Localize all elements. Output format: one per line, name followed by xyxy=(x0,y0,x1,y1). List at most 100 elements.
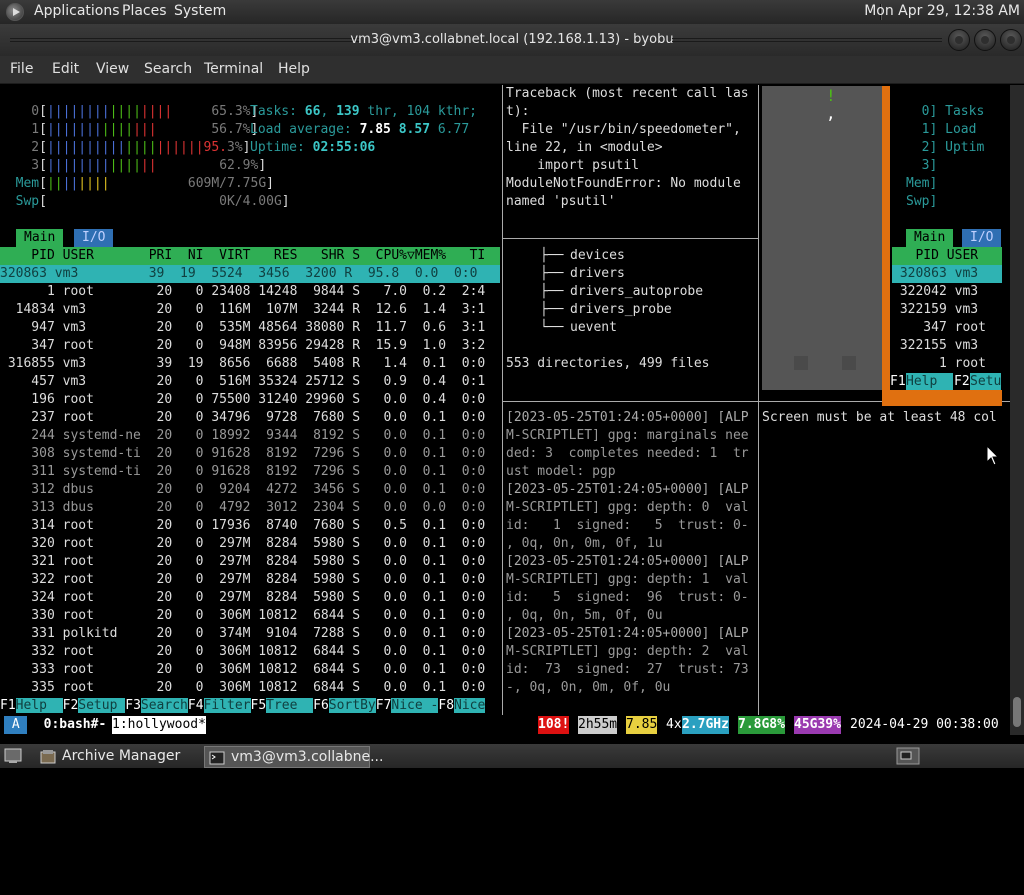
tree-summary: 553 directories, 499 files xyxy=(506,356,710,371)
close-button[interactable] xyxy=(1000,29,1022,51)
function-key-label[interactable]: Tree xyxy=(266,698,314,713)
htop-selected-row[interactable]: 320863 vm3 39 19 5524 3456 3200 R 95.8 0… xyxy=(0,265,500,283)
mini-process-row: 322155 vm3 xyxy=(892,338,979,353)
htop-process-row[interactable]: 947 vm3 20 0 535M 48564 38080 R 11.7 0.6… xyxy=(0,319,485,337)
function-key-label[interactable]: Setup xyxy=(78,698,126,713)
htop-process-row[interactable]: 321 root 20 0 297M 8284 5980 S 0.0 0.1 0… xyxy=(0,553,485,571)
workspace-switcher-icon[interactable] xyxy=(896,747,920,765)
htop-process-row[interactable]: 14834 vm3 20 0 116M 107M 3244 R 12.6 1.4… xyxy=(0,301,486,319)
htop-process-row[interactable]: 311 systemd-ti 20 0 91628 8192 7296 S 0.… xyxy=(0,463,485,481)
top-panel: Applications Places System Mon Apr 29, 1… xyxy=(0,0,1024,24)
status-session-indicator: A xyxy=(4,716,28,734)
tree-branch: ├── xyxy=(540,302,572,317)
htop-process-row[interactable]: 331 polkitd 20 0 374M 9104 7288 S 0.0 0.… xyxy=(0,625,485,643)
log-line: [2023-05-25T01:24:05+0000] [ALP xyxy=(506,410,749,425)
htop-process-row[interactable]: 347 root 20 0 948M 83956 29428 R 15.9 1.… xyxy=(0,337,485,355)
function-key: F3 xyxy=(125,698,141,713)
traceback-line: named 'psutil' xyxy=(506,194,616,209)
menu-file[interactable]: File xyxy=(10,61,33,77)
htop-process-row[interactable]: 457 vm3 20 0 516M 35324 25712 S 0.9 0.4 … xyxy=(0,373,485,391)
status-updates: 108! xyxy=(538,716,570,734)
function-key-label[interactable]: Nice - xyxy=(391,698,439,713)
htop-process-row[interactable]: 320 root 20 0 297M 8284 5980 S 0.0 0.1 0… xyxy=(0,535,485,553)
traceback-line: ModuleNotFoundError: No module xyxy=(506,176,741,191)
status-window-0[interactable]: 0:bash#- xyxy=(28,716,114,734)
show-desktop-icon[interactable] xyxy=(4,748,22,764)
gnome-logo-icon[interactable] xyxy=(6,3,24,21)
htop-process-row[interactable]: 335 root 20 0 306M 10812 6844 S 0.0 0.1 … xyxy=(0,679,485,697)
mini-f2-label: Setu xyxy=(970,373,1002,391)
tree-branch: ├── xyxy=(540,266,572,281)
status-memory: 7.8G8% xyxy=(738,716,785,734)
htop-process-row[interactable]: 196 root 20 0 75500 31240 29960 S 0.0 0.… xyxy=(0,391,485,409)
htop-process-row[interactable]: 237 root 20 0 34796 9728 7680 S 0.0 0.1 … xyxy=(0,409,485,427)
htop-process-row[interactable]: 1 root 20 0 23408 14248 9844 S 7.0 0.2 2… xyxy=(0,283,485,301)
pane-divider xyxy=(502,85,503,715)
pane-block xyxy=(794,356,808,370)
tree-item: devices xyxy=(570,248,625,263)
htop-process-row[interactable]: 244 systemd-ne 20 0 18992 9344 8192 S 0.… xyxy=(0,427,485,445)
terminal-scrollbar[interactable] xyxy=(1010,85,1024,735)
htop-process-row[interactable]: 308 systemd-ti 20 0 91628 8192 7296 S 0.… xyxy=(0,445,485,463)
htop-process-row[interactable]: 324 root 20 0 297M 8284 5980 S 0.0 0.1 0… xyxy=(0,589,485,607)
system-menu[interactable]: System xyxy=(174,3,226,19)
active-pane-border xyxy=(890,390,1002,406)
htop-process-row[interactable]: 316855 vm3 39 19 8656 6688 5408 R 1.4 0.… xyxy=(0,355,485,373)
bottom-panel: Archive Manager vm3@vm3.collabne... xyxy=(0,744,1024,768)
function-key-label[interactable]: Filter xyxy=(203,698,251,713)
pane-mark: , xyxy=(826,104,836,123)
minimize-button[interactable] xyxy=(948,29,970,51)
menu-search[interactable]: Search xyxy=(144,61,192,77)
uptime-meter: Uptime: 02:55:06 xyxy=(250,140,376,155)
status-cpu-count: 4x xyxy=(666,717,682,732)
log-line: id: 1 signed: 5 trust: 0- xyxy=(506,518,749,533)
function-key-label[interactable]: Help xyxy=(15,698,63,713)
terminal-menubar: File Edit View Search Terminal Help xyxy=(0,56,1024,84)
log-line: [2023-05-25T01:24:05+0000] [ALP xyxy=(506,626,749,641)
tree-branch: └── xyxy=(540,320,572,335)
panel-clock[interactable]: Mon Apr 29, 12:38 AM xyxy=(864,3,1020,19)
function-key-label[interactable]: Search xyxy=(140,698,188,713)
taskbar-terminal[interactable]: vm3@vm3.collabne... xyxy=(204,746,383,768)
log-line: M-SCRIPTLET] gpg: depth: 1 val xyxy=(506,572,749,587)
tree-item: drivers_probe xyxy=(570,302,672,317)
htop-process-row[interactable]: 312 dbus 20 0 9204 4272 3456 S 0.0 0.1 0… xyxy=(0,481,485,499)
log-line: , 0q, 0n, 0m, 0f, 1u xyxy=(506,536,663,551)
traceback-line: File "/usr/bin/speedometer", xyxy=(506,122,741,137)
mini-process-row: 322159 vm3 xyxy=(892,302,979,317)
htop-tab-main[interactable]: Main xyxy=(16,229,64,247)
scrollbar-thumb[interactable] xyxy=(1013,697,1021,727)
function-key: F8 xyxy=(438,698,455,713)
status-window-1[interactable]: 1:hollywood* xyxy=(112,716,206,734)
htop-process-row[interactable]: 333 root 20 0 306M 10812 6844 S 0.0 0.1 … xyxy=(0,661,485,679)
htop-process-row[interactable]: 332 root 20 0 306M 10812 6844 S 0.0 0.1 … xyxy=(0,643,485,661)
applications-menu[interactable]: Applications xyxy=(34,3,120,19)
log-line: [2023-05-25T01:24:05+0000] [ALP xyxy=(506,554,749,569)
function-key-label[interactable]: Nice xyxy=(454,698,486,713)
tree-branch: ├── xyxy=(540,284,572,299)
taskbar-archive-manager[interactable]: Archive Manager xyxy=(36,746,202,768)
mini-f1: F1 xyxy=(890,374,906,389)
log-line: M-SCRIPTLET] gpg: depth: 0 val xyxy=(506,500,749,515)
function-key: F6 xyxy=(313,698,329,713)
archive-manager-icon xyxy=(40,750,56,764)
function-key-label[interactable]: SortBy xyxy=(328,698,376,713)
menu-view[interactable]: View xyxy=(96,61,129,77)
window-titlebar[interactable]: vm3@vm3.collabnet.local (192.168.1.13) -… xyxy=(0,24,1024,56)
terminal-icon xyxy=(209,751,225,765)
htop-process-row[interactable]: 330 root 20 0 306M 10812 6844 S 0.0 0.1 … xyxy=(0,607,485,625)
htop-column-header[interactable]: PID USER PRI NI VIRT RES SHR S CPU%▽MEM%… xyxy=(0,247,500,265)
maximize-button[interactable] xyxy=(974,29,996,51)
htop-process-row[interactable]: 314 root 20 0 17936 8740 7680 S 0.5 0.1 … xyxy=(0,517,485,535)
menu-terminal[interactable]: Terminal xyxy=(204,61,263,77)
menu-help[interactable]: Help xyxy=(278,61,310,77)
htop-tab-io[interactable]: I/O xyxy=(74,229,114,247)
log-line: [2023-05-25T01:24:05+0000] [ALP xyxy=(506,482,749,497)
htop-process-row[interactable]: 322 root 20 0 297M 8284 5980 S 0.0 0.1 0… xyxy=(0,571,485,589)
log-line: M-SCRIPTLET] gpg: marginals nee xyxy=(506,428,749,443)
htop-process-row[interactable]: 313 dbus 20 0 4792 3012 2304 S 0.0 0.0 0… xyxy=(0,499,485,517)
places-menu[interactable]: Places xyxy=(122,3,167,19)
menu-edit[interactable]: Edit xyxy=(52,61,79,77)
status-disk: 45G39% xyxy=(794,716,841,734)
function-key: F4 xyxy=(187,698,204,713)
